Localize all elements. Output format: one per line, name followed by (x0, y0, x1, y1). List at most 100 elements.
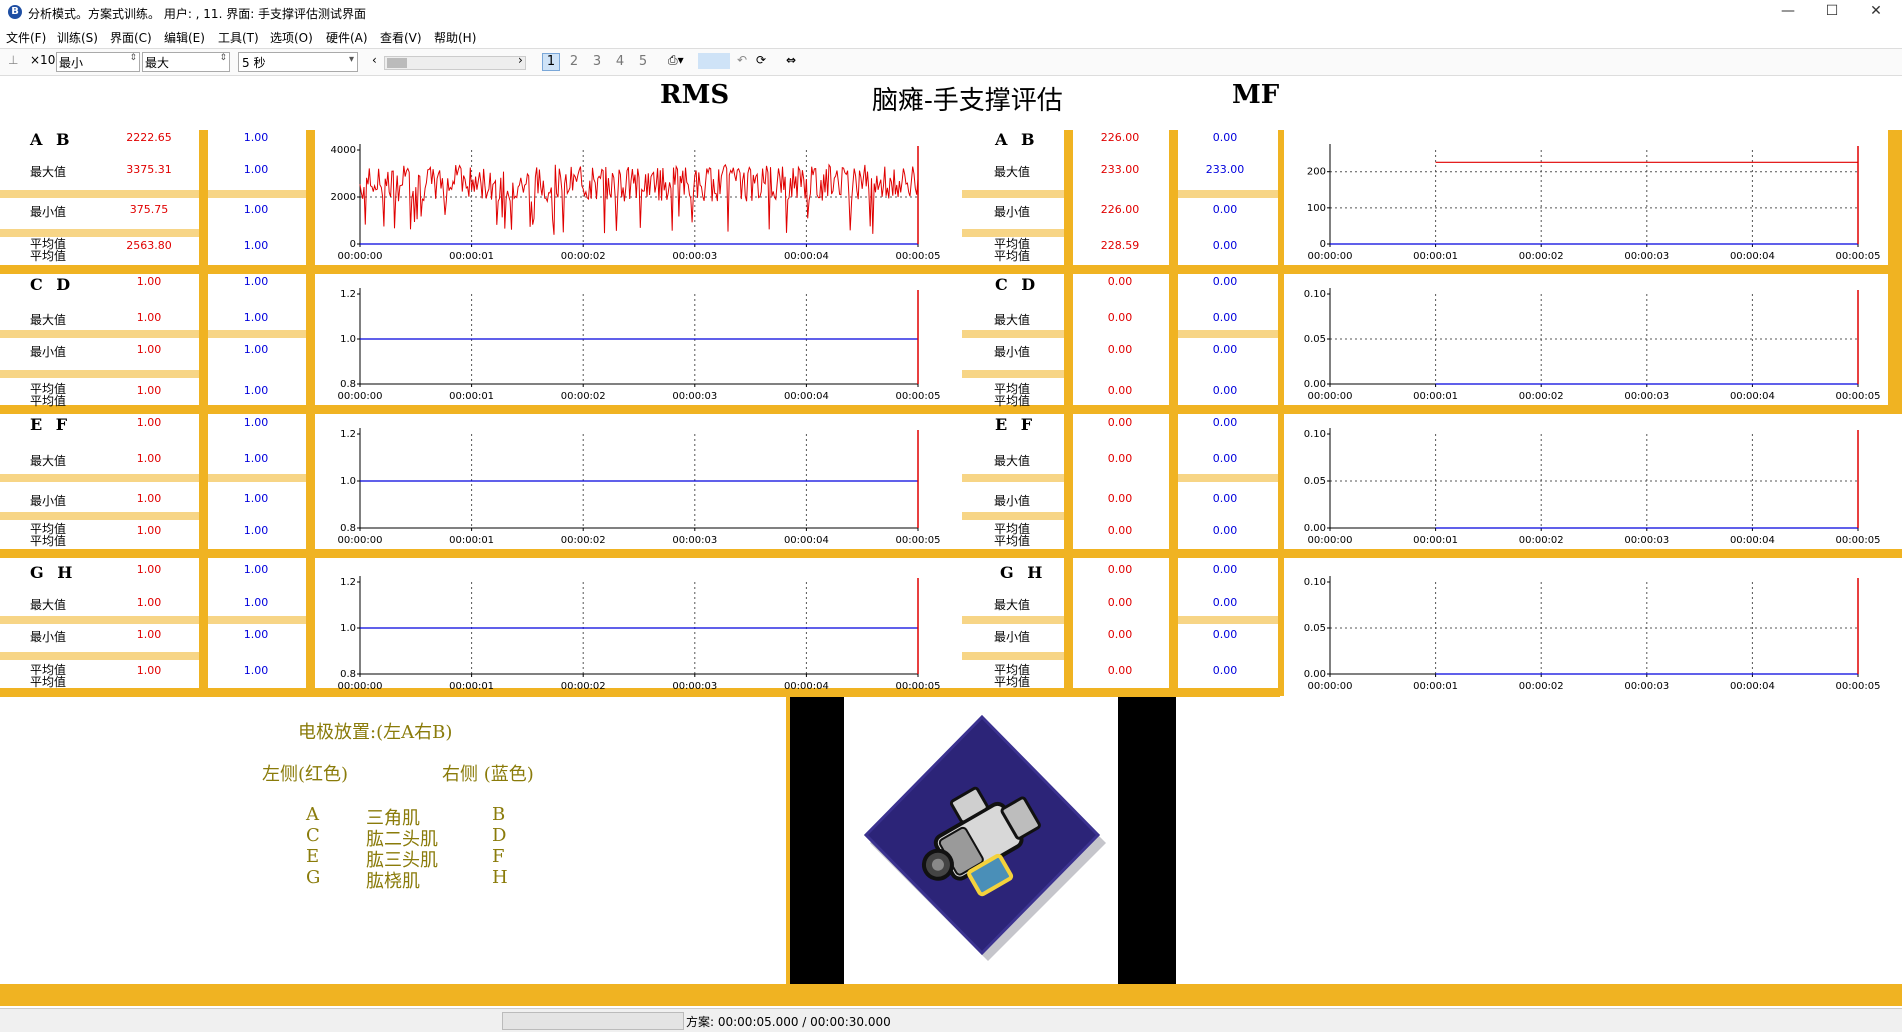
scrollbar-thumb[interactable] (387, 58, 407, 68)
undo-icon[interactable]: ↶ (737, 53, 747, 67)
page-1-button[interactable]: 1 (542, 53, 560, 71)
progress-area (502, 1012, 684, 1030)
x-tick-label: 00:00:05 (896, 251, 941, 262)
y-tick-label: 1.2 (340, 289, 356, 300)
y-tick-label: 100 (1307, 203, 1326, 214)
menu-tools[interactable]: 工具(T) (218, 29, 259, 46)
avg-label: 平均值 平均值 (30, 382, 67, 408)
menu-view[interactable]: 查看(V) (380, 29, 422, 46)
print-icon[interactable]: ⎙▾ (668, 53, 684, 68)
mf-ab-right-avg: 0.00 (1212, 239, 1238, 252)
fit-horizontal-icon[interactable]: ⇔ (786, 53, 796, 67)
stat-bar (208, 616, 306, 624)
channel-label-ab: A B (995, 130, 1039, 149)
divider-bar (786, 697, 790, 984)
chevron-down-icon: ▾ (348, 54, 354, 65)
rms-cd-left-min: 1.00 (136, 343, 162, 356)
scroll-right-icon[interactable]: › (518, 53, 523, 67)
stat-bar (962, 616, 1064, 624)
mf-chart-ab: 00:00:00 00:00:01 00:00:02 00:00:03 00:00:04… (1307, 144, 1881, 262)
legend-right-b: B (492, 804, 506, 825)
scroll-left-icon[interactable]: ‹ (372, 53, 377, 67)
y-tick-label: 0.05 (1304, 334, 1326, 345)
mf-gh-left-avg: 0.00 (1107, 664, 1133, 677)
menu-options[interactable]: 选项(O) (270, 29, 313, 46)
max-spinner[interactable]: 最大 ⇕ (142, 52, 230, 72)
channel-label-ef: E F (995, 415, 1037, 434)
page-5-button[interactable]: 5 (634, 53, 652, 71)
title-bar: B 分析模式。方案式训练。 用户: , 11. 界面: 手支撑评估测试界面 — … (0, 0, 1902, 24)
y-tick-label: 1.2 (340, 577, 356, 588)
page-4-button[interactable]: 4 (611, 53, 629, 71)
x-tick-label: 00:00:04 (784, 535, 829, 546)
y-tick-label: 0.00 (1304, 669, 1326, 680)
stat-bar (962, 190, 1064, 198)
mf-gh-right-max: 0.00 (1212, 596, 1238, 609)
time-window-select[interactable]: 5 秒 ▾ (238, 52, 358, 72)
x-tick-label: 00:00:05 (1836, 681, 1881, 692)
min-label: 最小值 (994, 345, 1031, 359)
spinner-arrows-icon: ⇕ (219, 53, 227, 63)
menu-file[interactable]: 文件(F) (6, 29, 46, 46)
rms-gh-right-current: 1.00 (243, 563, 269, 576)
min-label: 最小值 (30, 494, 67, 508)
rms-gh-left-current: 1.00 (136, 563, 162, 576)
menu-help[interactable]: 帮助(H) (434, 29, 476, 46)
x-tick-label: 00:00:04 (784, 681, 829, 692)
x-tick-label: 00:00:01 (1413, 251, 1458, 262)
y-tick-label: 0.10 (1304, 577, 1326, 588)
stat-bar (962, 652, 1064, 660)
legend-left-e: E (306, 846, 320, 867)
rms-ab-left-min: 375.75 (129, 203, 169, 216)
close-button[interactable]: ✕ (1854, 0, 1898, 24)
main-title: 脑瘫-手支撑评估 (872, 86, 1063, 116)
x-tick-label: 00:00:03 (672, 391, 717, 402)
min-label: 最小值 (994, 494, 1031, 508)
mf-ab-right-max: 233.00 (1205, 163, 1245, 176)
legend-left-g: G (306, 867, 321, 888)
menu-hardware[interactable]: 硬件(A) (326, 29, 368, 46)
avg-label: 平均值 平均值 (994, 237, 1031, 263)
rms-gh-right-max: 1.00 (243, 596, 269, 609)
channel-label-cd: C D (30, 275, 75, 294)
x-tick-label: 00:00:05 (896, 535, 941, 546)
mf-ab-left-current: 226.00 (1100, 131, 1140, 144)
menu-interface[interactable]: 界面(C) (110, 29, 152, 46)
color-swatch[interactable] (698, 53, 730, 69)
refresh-icon[interactable]: ⟳ (756, 53, 766, 67)
menu-edit[interactable]: 编辑(E) (164, 29, 205, 46)
legend-muscle-brachioradialis: 肱桡肌 (366, 871, 420, 892)
app-icon: B (8, 5, 22, 19)
menu-training[interactable]: 训练(S) (57, 29, 98, 46)
y-tick-label: 2000 (331, 192, 356, 203)
maximize-button[interactable]: ☐ (1810, 0, 1854, 24)
x-tick-label: 00:00:01 (1413, 681, 1458, 692)
page-3-button[interactable]: 3 (588, 53, 606, 71)
max-label: 最大 (145, 56, 170, 70)
max-label: 最大值 (30, 598, 67, 612)
rms-cd-right-min: 1.00 (243, 343, 269, 356)
stat-bar (208, 190, 306, 198)
mf-ab-left-avg: 228.59 (1100, 239, 1140, 252)
time-scrollbar[interactable] (384, 56, 526, 70)
stat-bar (208, 330, 306, 338)
min-spinner[interactable]: 最小 ⇕ (56, 52, 140, 72)
rms-chart-gh: 00:00:00 00:00:01 00:00:02 00:00:03 00:00:04… (338, 576, 940, 692)
mf-ef-right-current: 0.00 (1212, 416, 1238, 429)
page-2-button[interactable]: 2 (565, 53, 583, 71)
minimize-button[interactable]: — (1766, 0, 1810, 24)
mf-gh-right-avg: 0.00 (1212, 664, 1238, 677)
mf-ab-left-max: 233.00 (1100, 163, 1140, 176)
y-tick-label: 1.0 (340, 623, 356, 634)
x-tick-label: 00:00:05 (1836, 251, 1881, 262)
max-label: 最大值 (994, 454, 1031, 468)
x-tick-label: 00:00:01 (1413, 391, 1458, 402)
x-tick-label: 00:00:04 (1730, 391, 1775, 402)
mf-ab-left-min: 226.00 (1100, 203, 1140, 216)
scale-label[interactable]: ×10 (30, 53, 55, 67)
stat-bar (208, 474, 306, 482)
max-label: 最大值 (30, 454, 67, 468)
y-tick-label: 0.8 (340, 523, 356, 534)
rms-ef-left-max: 1.00 (136, 452, 162, 465)
mf-chart-gh: 00:00:00 00:00:01 00:00:02 00:00:03 00:00:04… (1304, 576, 1881, 692)
